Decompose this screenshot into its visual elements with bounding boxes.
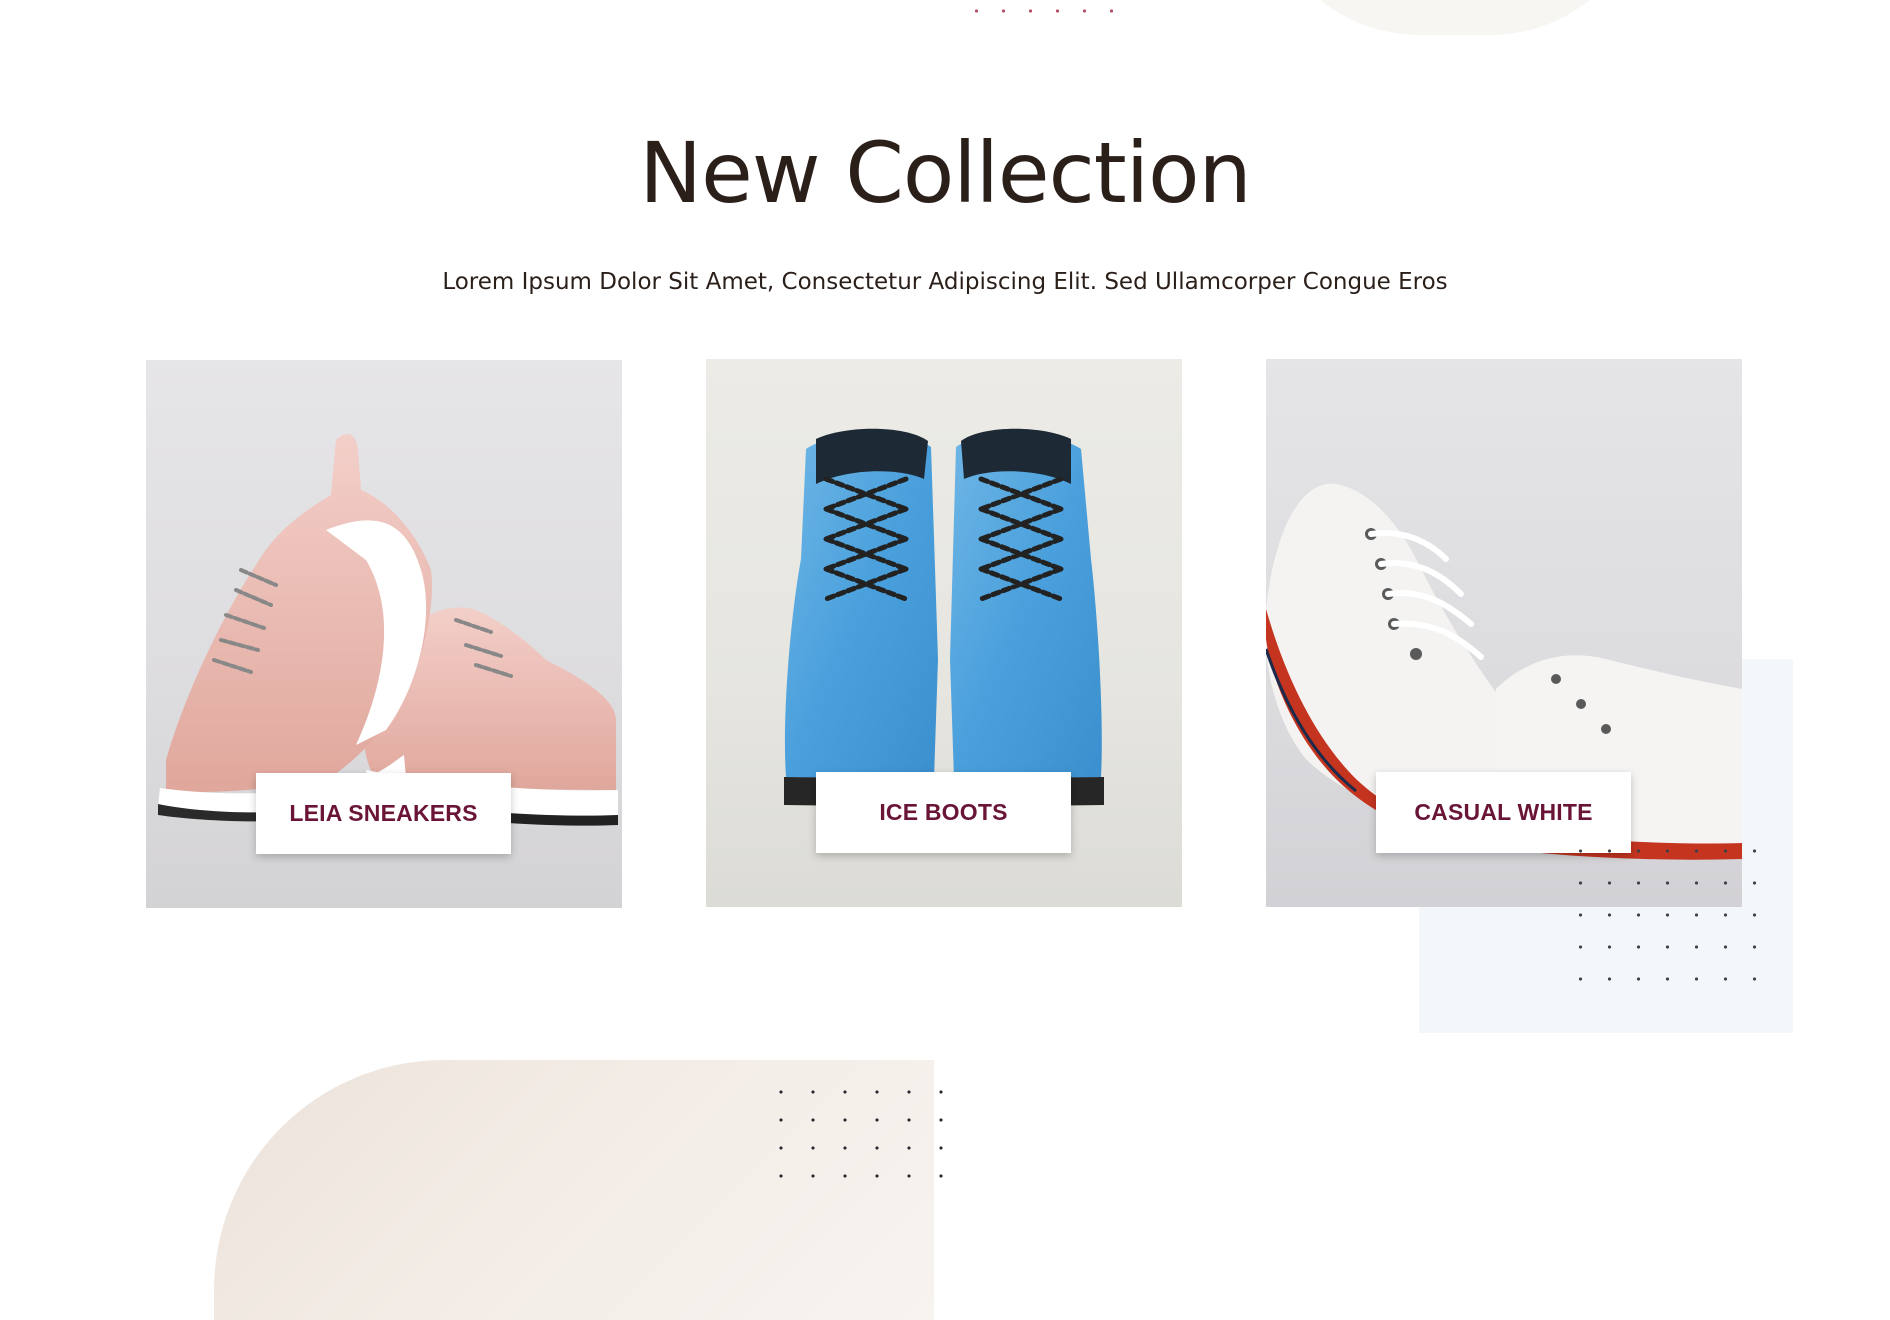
product-name: CASUAL WHITE (1414, 799, 1593, 825)
decorative-dot-pattern-top (963, 2, 1113, 20)
section-title: New Collection (639, 124, 1251, 222)
product-label-button[interactable]: ICE BOOTS (816, 772, 1071, 853)
product-card-casual-white[interactable]: CASUAL WHITE (1266, 359, 1742, 907)
product-label-button[interactable]: LEIA SNEAKERS (256, 773, 511, 854)
product-name: LEIA SNEAKERS (289, 800, 478, 826)
product-card-ice-boots[interactable]: ICE BOOTS (706, 359, 1182, 907)
product-name: ICE BOOTS (879, 799, 1008, 825)
decorative-dot-pattern-right (1566, 835, 1762, 995)
product-card-leia-sneakers[interactable]: LEIA SNEAKERS (146, 360, 622, 908)
section-subtitle: Lorem Ipsum Dolor Sit Amet, Consectetur … (442, 269, 1448, 295)
decorative-dot-pattern-bottom (765, 1078, 961, 1181)
decorative-top-shape (1260, 0, 1650, 35)
